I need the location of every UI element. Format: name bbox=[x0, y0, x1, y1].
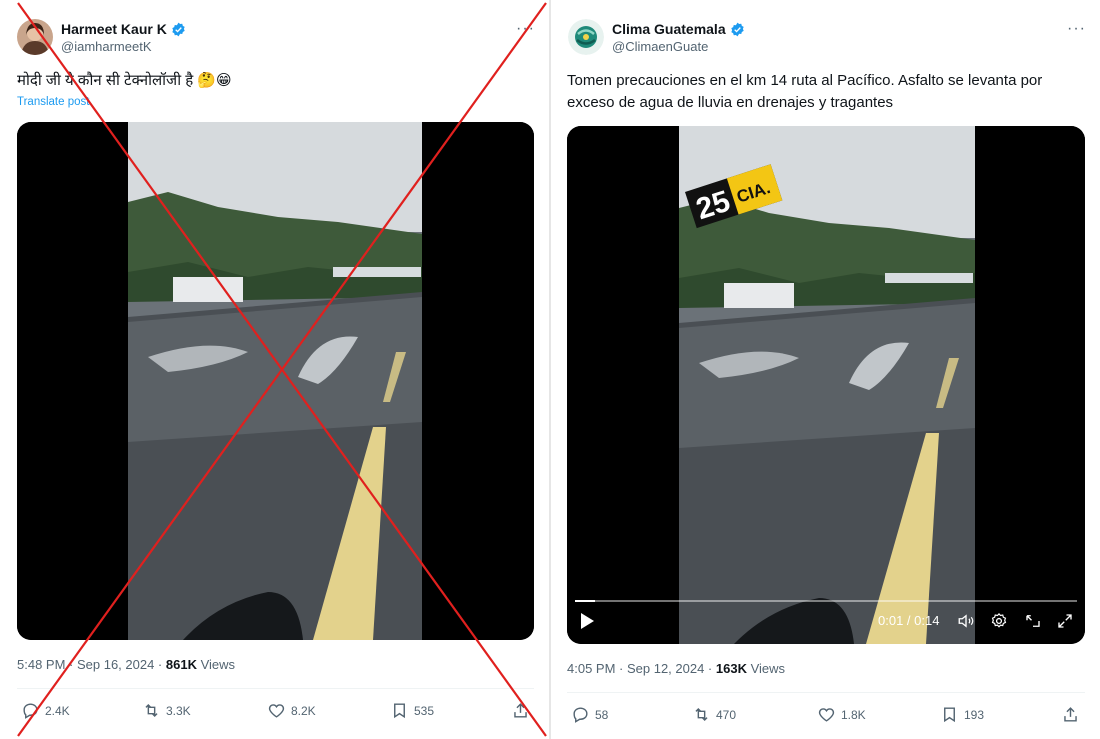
share-icon bbox=[1064, 707, 1077, 722]
verified-badge-icon bbox=[171, 22, 186, 37]
bookmark-icon bbox=[944, 707, 955, 723]
timestamp[interactable]: 4:05 PM · Sep 12, 2024 · bbox=[567, 661, 716, 676]
tweet-header: Harmeet Kaur K @iamharmeetK ··· bbox=[17, 16, 537, 60]
share-button[interactable] bbox=[511, 701, 535, 720]
display-name[interactable]: Harmeet Kaur K bbox=[61, 21, 167, 37]
avatar[interactable] bbox=[17, 19, 53, 55]
user-handle[interactable]: @iamharmeetK bbox=[61, 39, 152, 54]
reply-button[interactable]: 2.4K bbox=[21, 701, 70, 720]
like-count: 8.2K bbox=[291, 703, 316, 718]
tweet-text: मोदी जी ये कौन सी टेक्नोलॉजी है 🤔😁 bbox=[17, 72, 232, 89]
repost-button[interactable]: 470 bbox=[692, 705, 736, 724]
more-dots-icon[interactable]: ··· bbox=[1067, 20, 1086, 38]
repost-icon bbox=[695, 707, 708, 722]
action-bar: 2.4K 3.3K 8.2K 535 bbox=[17, 688, 535, 720]
repost-button[interactable]: 3.3K bbox=[142, 701, 191, 720]
volume-icon[interactable] bbox=[957, 612, 975, 635]
repost-icon bbox=[145, 703, 158, 718]
tweet-text: Tomen precauciones en el km 14 ruta al P… bbox=[567, 72, 1043, 111]
action-bar: 58 470 1.8K 193 bbox=[567, 692, 1085, 724]
right-tweet: Clima Guatemala @ClimaenGuate ··· Tomen … bbox=[551, 0, 1100, 739]
video-controls: 0:01 / 0:14 bbox=[567, 594, 1085, 644]
settings-gear-icon[interactable] bbox=[990, 612, 1008, 635]
fullscreen-icon[interactable] bbox=[1056, 612, 1074, 635]
pip-icon[interactable] bbox=[1024, 612, 1042, 635]
like-count: 1.8K bbox=[841, 707, 866, 722]
tweet-meta: 5:48 PM · Sep 16, 2024 · 861K Views bbox=[17, 657, 235, 672]
video-progress-bar[interactable] bbox=[575, 600, 1077, 602]
bookmark-count: 193 bbox=[964, 707, 985, 722]
bookmark-button[interactable]: 535 bbox=[390, 701, 434, 720]
heart-icon bbox=[268, 704, 285, 718]
video-time: 0:01 / 0:14 bbox=[878, 613, 940, 628]
video-progress-fill bbox=[575, 600, 596, 602]
tweet-video[interactable]: 25 CIA. 0:01 / 0:14 bbox=[567, 126, 1085, 644]
translate-link[interactable]: Translate post bbox=[17, 96, 89, 108]
video-frame bbox=[17, 122, 534, 640]
left-tweet: Harmeet Kaur K @iamharmeetK ··· मोदी जी … bbox=[0, 0, 549, 739]
reply-icon bbox=[573, 707, 588, 723]
share-button[interactable] bbox=[1061, 705, 1085, 724]
reply-count: 58 bbox=[595, 707, 609, 722]
play-icon[interactable] bbox=[579, 612, 595, 635]
like-button[interactable]: 8.2K bbox=[267, 701, 316, 720]
avatar[interactable] bbox=[568, 19, 604, 55]
share-icon bbox=[514, 703, 527, 718]
verified-badge-icon bbox=[730, 22, 745, 37]
tweet-video[interactable] bbox=[17, 122, 534, 640]
more-dots-icon[interactable]: ··· bbox=[516, 20, 535, 38]
reply-count: 2.4K bbox=[45, 703, 70, 718]
bookmark-button[interactable]: 193 bbox=[940, 705, 984, 724]
bookmark-count: 535 bbox=[414, 703, 435, 718]
repost-count: 3.3K bbox=[166, 703, 191, 718]
timestamp[interactable]: 5:48 PM · Sep 16, 2024 · bbox=[17, 657, 166, 672]
views-label: Views bbox=[746, 661, 786, 676]
tweet-meta: 4:05 PM · Sep 12, 2024 · 163K Views bbox=[567, 661, 785, 676]
heart-icon bbox=[818, 708, 835, 722]
views-count: 163K bbox=[715, 661, 747, 676]
views-label: Views bbox=[196, 657, 236, 672]
reply-button[interactable]: 58 bbox=[571, 705, 608, 724]
user-handle[interactable]: @ClimaenGuate bbox=[612, 39, 708, 54]
repost-count: 470 bbox=[716, 707, 737, 722]
tweet-header: Clima Guatemala @ClimaenGuate ··· bbox=[568, 16, 1088, 60]
like-button[interactable]: 1.8K bbox=[817, 705, 866, 724]
views-count: 861K bbox=[165, 657, 197, 672]
video-frame: 25 CIA. bbox=[567, 126, 1085, 644]
reply-icon bbox=[23, 703, 38, 719]
bookmark-icon bbox=[394, 703, 405, 719]
display-name[interactable]: Clima Guatemala bbox=[612, 21, 726, 37]
